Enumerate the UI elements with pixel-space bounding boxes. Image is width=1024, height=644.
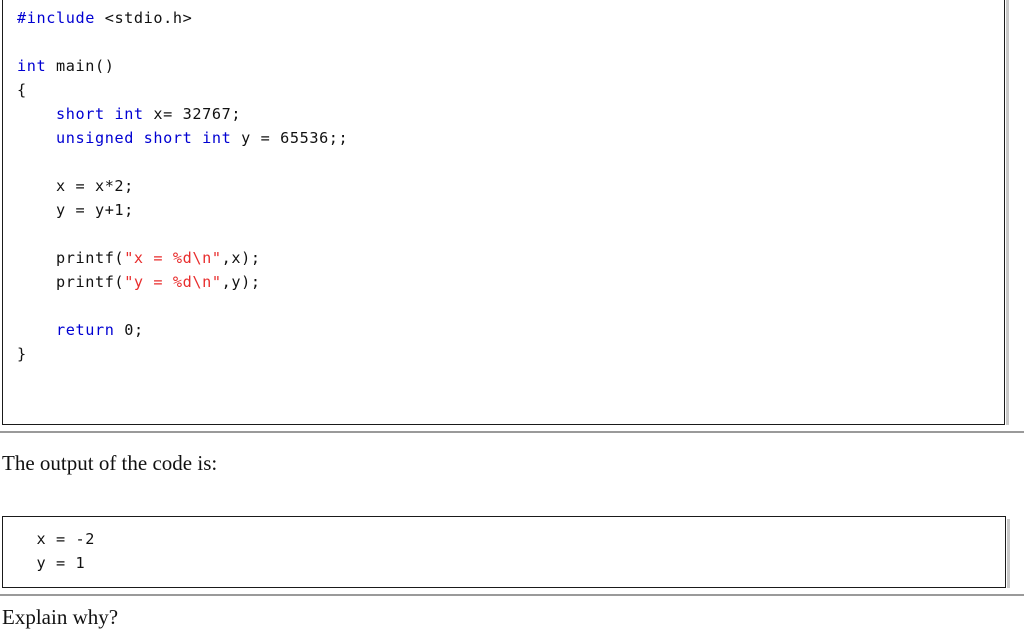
output-box-shadow <box>1007 519 1010 588</box>
code-line: int main() <box>17 54 348 78</box>
code-token-pl: main() <box>46 57 115 75</box>
code-token-pl: { <box>17 81 27 99</box>
code-token-pl: } <box>17 345 27 363</box>
code-line: y = y+1; <box>17 198 348 222</box>
code-listing-text: #include <stdio.h> int main() { short int … <box>17 6 348 366</box>
code-token-pl: ,x); <box>221 249 261 267</box>
code-token-kw: short int <box>55 105 144 123</box>
code-line: unsigned short int y = 65536;; <box>17 126 348 150</box>
code-box-shadow <box>1006 0 1009 425</box>
code-token-kw: #include <box>17 9 95 27</box>
rule-below-output-box <box>0 594 1024 596</box>
code-token-pl: y = y+1; <box>17 201 134 219</box>
code-line: printf("x = %d\n",x); <box>17 246 348 270</box>
code-line: printf("y = %d\n",y); <box>17 270 348 294</box>
code-token-kw: return <box>55 321 115 339</box>
code-line: { <box>17 78 348 102</box>
code-token-pl: x = x*2; <box>17 177 134 195</box>
code-token-pl: 0; <box>114 321 144 339</box>
code-token-kw: unsigned short int <box>55 129 232 147</box>
question-text: Explain why? <box>2 605 119 629</box>
code-token-pl: <stdio.h> <box>94 9 193 27</box>
output-caption: The output of the code is: <box>2 451 218 475</box>
code-token-str: "y = %d\n" <box>124 273 222 291</box>
code-token-pl: printf( <box>17 249 125 267</box>
program-output-box: x = -2 y = 1 <box>2 516 1006 588</box>
code-line: } <box>17 342 348 366</box>
code-line: return 0; <box>17 318 348 342</box>
output-line: x = -2 <box>17 530 95 548</box>
code-line: short int x= 32767; <box>17 102 348 126</box>
code-line: #include <stdio.h> <box>17 6 348 30</box>
code-token-pl: ,y); <box>221 273 261 291</box>
code-line: x = x*2; <box>17 174 348 198</box>
code-token-pl: y = 65536;; <box>231 129 349 147</box>
rule-below-code-box <box>0 431 1024 433</box>
code-token-pl: printf( <box>17 273 125 291</box>
code-token-pl: x= 32767; <box>143 105 242 123</box>
code-token-kw: int <box>17 57 47 75</box>
program-output-text: x = -2 y = 1 <box>17 527 95 575</box>
code-listing-box: #include <stdio.h> int main() { short int … <box>2 0 1005 425</box>
code-token-str: "x = %d\n" <box>124 249 222 267</box>
output-line: y = 1 <box>17 554 86 572</box>
